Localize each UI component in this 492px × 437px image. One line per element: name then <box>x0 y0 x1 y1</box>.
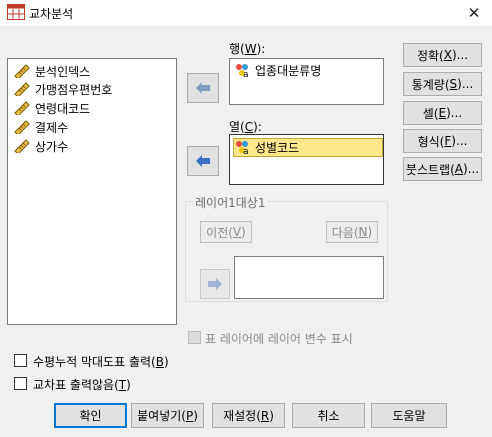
scale-ruler-icon <box>14 120 30 134</box>
column-label-prefix: 열( <box>229 120 245 134</box>
move-to-row-button[interactable] <box>187 73 219 103</box>
layer-prev-label: 이전( <box>206 225 233 240</box>
bootstrap-button-key: A <box>454 162 463 176</box>
statistics-button[interactable]: 통계량(S)... <box>403 72 482 96</box>
paste-button-prefix: 붙여넣기( <box>137 409 186 423</box>
variable-list[interactable]: 분석인덱스 가맹점우편번호 연령대코드 결제수 상가수 <box>7 58 177 325</box>
row-item-label: 업종대분류명 <box>255 63 322 78</box>
clustered-bar-key: B <box>155 355 164 369</box>
cancel-button[interactable]: 취소 <box>292 403 365 428</box>
variable-label: 분석인덱스 <box>35 64 91 79</box>
format-button-key: F <box>444 134 452 148</box>
format-button-suffix: )... <box>451 134 468 148</box>
row-label-suffix: ): <box>256 42 266 56</box>
arrow-right-icon <box>208 278 222 290</box>
layer-prev-suffix: ) <box>241 225 246 239</box>
column-label-suffix: ): <box>253 120 262 134</box>
layer-next-key: N <box>358 225 368 239</box>
svg-text:a: a <box>243 70 249 78</box>
cells-button-prefix: 셀( <box>422 106 439 121</box>
row-label-prefix: 행( <box>229 42 245 56</box>
cells-button-suffix: )... <box>446 106 463 120</box>
row-item[interactable]: a 업종대분류명 <box>234 61 321 79</box>
nominal-variable-icon: a <box>236 64 249 78</box>
layer-title: 레이어1대상1 <box>193 194 268 211</box>
suppress-tables-prefix: 교차표 출력않음( <box>33 378 119 392</box>
variable-item[interactable]: 가맹점우편번호 <box>14 80 112 98</box>
suppress-tables-suffix: ) <box>126 378 131 392</box>
statistics-button-prefix: 통계량( <box>411 77 450 92</box>
scale-ruler-icon <box>14 101 30 115</box>
clustered-bar-prefix: 수평누적 막대도표 출력( <box>33 355 156 369</box>
row-list[interactable]: a 업종대분류명 <box>229 58 384 105</box>
ok-button[interactable]: 확인 <box>54 403 127 428</box>
clustered-bar-suffix: ) <box>163 355 169 369</box>
layer-prev-key: V <box>232 225 242 239</box>
cells-button-key: E <box>438 106 447 120</box>
paste-button-suffix: ) <box>193 408 198 423</box>
window-title: 교차분석 <box>29 7 74 21</box>
help-button-label: 도움말 <box>392 409 426 423</box>
variable-item[interactable]: 상가수 <box>14 137 68 155</box>
bootstrap-button[interactable]: 붓스트랩(A)... <box>403 157 482 181</box>
layer-list[interactable] <box>234 256 384 299</box>
clustered-bar-checkbox[interactable] <box>14 354 27 367</box>
variable-item[interactable]: 결제수 <box>14 118 68 136</box>
help-button[interactable]: 도움말 <box>371 403 447 428</box>
bootstrap-button-prefix: 붓스트랩( <box>405 162 455 177</box>
arrow-left-icon <box>196 155 210 167</box>
statistics-button-suffix: )... <box>457 77 474 91</box>
variable-label: 가맹점우편번호 <box>35 82 113 97</box>
exact-button-key: X <box>443 48 452 62</box>
reset-button[interactable]: 재설정(R) <box>212 403 285 428</box>
format-button-prefix: 형식( <box>417 134 445 149</box>
layer-option-checkbox[interactable] <box>188 331 201 344</box>
row-label: 행(W): <box>229 40 265 57</box>
ok-button-label: 확인 <box>79 409 102 423</box>
exact-button[interactable]: 정확(X)... <box>403 43 482 67</box>
layer-option-label: 표 레이어에 레이어 변수 표시 <box>205 332 353 346</box>
paste-button-key: P <box>185 408 194 423</box>
column-list[interactable]: a 성별코드 <box>229 134 384 185</box>
reset-button-prefix: 재설정( <box>223 409 261 423</box>
scale-ruler-icon <box>14 139 30 153</box>
title-bar <box>0 0 492 26</box>
variable-item[interactable]: 분석인덱스 <box>14 62 90 80</box>
column-label-key: C <box>244 120 254 134</box>
svg-text:a: a <box>243 147 249 155</box>
exact-button-suffix: )... <box>451 48 469 62</box>
variable-item[interactable]: 연령대코드 <box>14 99 90 117</box>
layer-next-label: 다음( <box>331 225 359 240</box>
cancel-button-label: 취소 <box>317 409 340 423</box>
column-item[interactable]: a 성별코드 <box>234 138 299 156</box>
reset-button-suffix: ) <box>269 408 274 423</box>
variable-label: 연령대코드 <box>35 101 91 116</box>
row-label-key: W <box>244 42 257 56</box>
suppress-tables-label: 교차표 출력않음(T) <box>33 376 131 393</box>
statistics-button-key: S <box>449 77 458 91</box>
format-button[interactable]: 형식(F)... <box>403 129 482 153</box>
cells-button[interactable]: 셀(E)... <box>403 101 482 125</box>
layer-next-suffix: ) <box>367 225 373 239</box>
crosstabs-app-icon <box>7 4 25 20</box>
reset-button-key: R <box>260 408 270 423</box>
layer-next-button[interactable]: 다음(N) <box>326 221 378 243</box>
nominal-variable-icon: a <box>236 141 249 155</box>
bootstrap-button-suffix: )... <box>462 162 480 176</box>
close-icon[interactable]: ✕ <box>462 2 486 24</box>
move-to-layer-button[interactable] <box>200 269 230 299</box>
variable-label: 결제수 <box>35 120 69 135</box>
layer-prev-button[interactable]: 이전(V) <box>200 221 252 243</box>
move-to-column-button[interactable] <box>187 146 219 176</box>
arrow-left-icon <box>196 82 210 94</box>
clustered-bar-label: 수평누적 막대도표 출력(B) <box>33 353 169 370</box>
scale-ruler-icon <box>14 64 30 78</box>
column-label: 열(C): <box>229 118 262 135</box>
exact-button-prefix: 정확( <box>416 48 444 63</box>
variable-label: 상가수 <box>35 139 69 154</box>
column-item-label: 성별코드 <box>255 140 300 155</box>
scale-ruler-icon <box>14 82 30 96</box>
suppress-tables-checkbox[interactable] <box>14 377 27 390</box>
paste-button[interactable]: 붙여넣기(P) <box>131 403 204 428</box>
